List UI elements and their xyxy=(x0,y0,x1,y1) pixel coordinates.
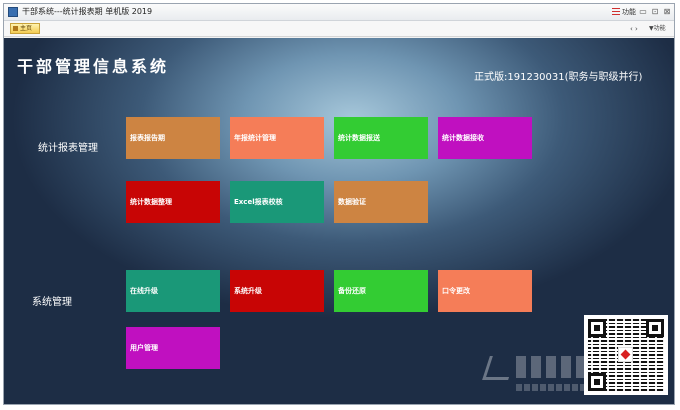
tile-report-period[interactable]: 报表报告期 xyxy=(126,117,220,159)
version-label: 正式版:191230031(职务与职级并行) xyxy=(474,72,643,83)
menu-icon xyxy=(612,8,620,15)
tile-label: 备份还原 xyxy=(338,287,366,295)
tile-user-management[interactable]: 用户管理 xyxy=(126,327,220,369)
tile-label: 口令更改 xyxy=(442,287,470,295)
section-label-stats: 统计报表管理 xyxy=(38,143,98,154)
tile-label: 统计数据整理 xyxy=(130,198,172,206)
app-icon xyxy=(8,7,18,17)
home-tab-button[interactable]: 主页 xyxy=(10,23,40,34)
tile-label: 统计数据接收 xyxy=(442,134,484,142)
minimize-button[interactable]: ▭ xyxy=(638,7,648,17)
toolbar: 主页 ‹ › ▼功能 xyxy=(4,21,674,37)
tile-annual-report[interactable]: 年报统计管理 xyxy=(230,117,324,159)
tile-excel-check[interactable]: Excel报表校核 xyxy=(230,181,324,223)
tile-label: 在线升级 xyxy=(130,287,158,295)
tile-change-password[interactable]: 口令更改 xyxy=(438,270,532,312)
app-window: 干部系统---统计报表期 单机版 2019 功能 ▭ ⊡ ⊠ 主页 ‹ › ▼功… xyxy=(3,3,675,405)
tile-label: 报表报告期 xyxy=(130,134,165,142)
close-button[interactable]: ⊠ xyxy=(662,7,672,17)
watermark-v-shape xyxy=(482,356,516,380)
tile-system-upgrade[interactable]: 系统升级 xyxy=(230,270,324,312)
window-title: 干部系统---统计报表期 单机版 2019 xyxy=(22,7,153,16)
qr-center-logo xyxy=(618,347,633,362)
tile-data-organize[interactable]: 统计数据整理 xyxy=(126,181,220,223)
section-label-system: 系统管理 xyxy=(32,297,72,308)
toolbar-function-dropdown[interactable]: ▼功能 xyxy=(649,24,666,34)
tile-label: 系统升级 xyxy=(234,287,262,295)
tile-backup-restore[interactable]: 备份还原 xyxy=(334,270,428,312)
main-panel: 干部管理信息系统 正式版:191230031(职务与职级并行) 统计报表管理 系… xyxy=(4,38,674,404)
function-menu-label: 功能 xyxy=(622,8,636,16)
tile-label: 统计数据报送 xyxy=(338,134,380,142)
system-title: 干部管理信息系统 xyxy=(17,57,170,76)
home-tab-label: 主页 xyxy=(20,25,33,32)
tile-label: 年报统计管理 xyxy=(234,134,276,142)
qr-code-icon xyxy=(584,315,668,395)
qr-code-pattern xyxy=(588,319,664,391)
qr-finder xyxy=(588,319,606,337)
qr-finder xyxy=(588,373,606,391)
function-menu-button[interactable]: 功能 xyxy=(612,7,636,18)
tile-data-receive[interactable]: 统计数据接收 xyxy=(438,117,532,159)
restore-button[interactable]: ⊡ xyxy=(650,7,660,17)
watermark-url-shape xyxy=(516,384,592,391)
tile-label: 数据验证 xyxy=(338,198,366,206)
watermark-logo xyxy=(482,346,596,402)
tile-data-verify[interactable]: 数据验证 xyxy=(334,181,428,223)
qr-finder xyxy=(646,319,664,337)
tile-online-upgrade[interactable]: 在线升级 xyxy=(126,270,220,312)
tile-label: 用户管理 xyxy=(130,344,158,352)
home-icon xyxy=(13,26,18,31)
tile-data-submit[interactable]: 统计数据报送 xyxy=(334,117,428,159)
nav-arrows[interactable]: ‹ › xyxy=(630,24,638,34)
tile-label: Excel报表校核 xyxy=(234,198,283,206)
title-bar: 干部系统---统计报表期 单机版 2019 功能 ▭ ⊡ ⊠ xyxy=(4,4,674,21)
watermark-text-shape xyxy=(516,356,588,378)
